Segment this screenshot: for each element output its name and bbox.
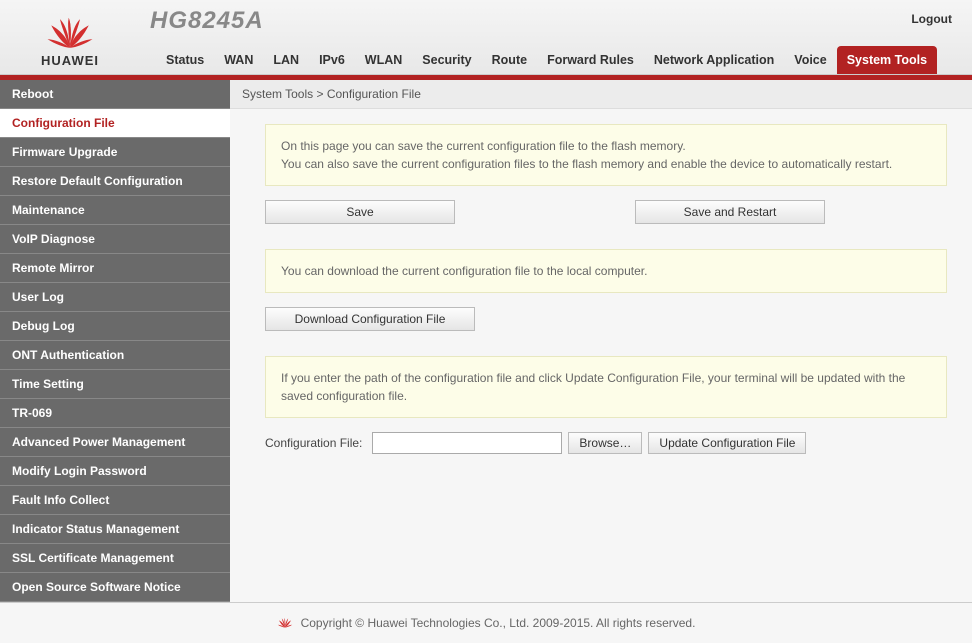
- update-config-button[interactable]: Update Configuration File: [648, 432, 806, 454]
- copyright-text: Copyright © Huawei Technologies Co., Ltd…: [301, 616, 696, 630]
- info-update: If you enter the path of the configurati…: [265, 356, 947, 418]
- sidebar-item-user-log[interactable]: User Log: [0, 283, 230, 312]
- browse-button[interactable]: Browse…: [568, 432, 642, 454]
- footer: Copyright © Huawei Technologies Co., Ltd…: [0, 602, 972, 643]
- nav-tab-forward-rules[interactable]: Forward Rules: [537, 46, 644, 74]
- nav-tab-wlan[interactable]: WLAN: [355, 46, 413, 74]
- nav-tab-ipv6[interactable]: IPv6: [309, 46, 355, 74]
- brand-text: HUAWEI: [0, 53, 140, 68]
- main-nav: StatusWANLANIPv6WLANSecurityRouteForward…: [140, 41, 972, 74]
- info-save: On this page you can save the current co…: [265, 124, 947, 186]
- sidebar-item-maintenance[interactable]: Maintenance: [0, 196, 230, 225]
- sidebar-item-ssl-certificate-management[interactable]: SSL Certificate Management: [0, 544, 230, 573]
- sidebar-item-voip-diagnose[interactable]: VoIP Diagnose: [0, 225, 230, 254]
- sidebar-item-tr-069[interactable]: TR-069: [0, 399, 230, 428]
- sidebar-item-reboot[interactable]: Reboot: [0, 80, 230, 109]
- sidebar-item-configuration-file[interactable]: Configuration File: [0, 109, 230, 138]
- sidebar-item-indicator-status-management[interactable]: Indicator Status Management: [0, 515, 230, 544]
- sidebar-item-open-source-software-notice[interactable]: Open Source Software Notice: [0, 573, 230, 602]
- sidebar-item-advanced-power-management[interactable]: Advanced Power Management: [0, 428, 230, 457]
- huawei-petal-icon: [45, 16, 95, 51]
- sidebar: RebootConfiguration FileFirmware Upgrade…: [0, 80, 230, 602]
- nav-tab-lan[interactable]: LAN: [263, 46, 309, 74]
- save-restart-button[interactable]: Save and Restart: [635, 200, 825, 224]
- sidebar-item-restore-default-configuration[interactable]: Restore Default Configuration: [0, 167, 230, 196]
- sidebar-item-debug-log[interactable]: Debug Log: [0, 312, 230, 341]
- info-text: On this page you can save the current co…: [281, 137, 931, 155]
- sidebar-item-ont-authentication[interactable]: ONT Authentication: [0, 341, 230, 370]
- logout-link[interactable]: Logout: [911, 12, 952, 26]
- nav-tab-status[interactable]: Status: [156, 46, 214, 74]
- sidebar-item-fault-info-collect[interactable]: Fault Info Collect: [0, 486, 230, 515]
- nav-tab-voice[interactable]: Voice: [784, 46, 836, 74]
- nav-tab-route[interactable]: Route: [482, 46, 537, 74]
- nav-tab-network-application[interactable]: Network Application: [644, 46, 784, 74]
- info-download: You can download the current configurati…: [265, 249, 947, 293]
- model-name: HG8245A: [150, 7, 264, 35]
- sidebar-item-modify-login-password[interactable]: Modify Login Password: [0, 457, 230, 486]
- config-file-label: Configuration File:: [265, 436, 362, 450]
- config-file-input[interactable]: [372, 432, 562, 454]
- nav-tab-system-tools[interactable]: System Tools: [837, 46, 937, 74]
- download-config-button[interactable]: Download Configuration File: [265, 307, 475, 331]
- sidebar-item-firmware-upgrade[interactable]: Firmware Upgrade: [0, 138, 230, 167]
- sidebar-item-remote-mirror[interactable]: Remote Mirror: [0, 254, 230, 283]
- nav-tab-security[interactable]: Security: [412, 46, 481, 74]
- breadcrumb: System Tools > Configuration File: [230, 80, 972, 109]
- nav-tab-wan[interactable]: WAN: [214, 46, 263, 74]
- info-text: You can also save the current configurat…: [281, 155, 931, 173]
- sidebar-item-time-setting[interactable]: Time Setting: [0, 370, 230, 399]
- huawei-logo: HUAWEI: [0, 6, 140, 68]
- huawei-petal-icon: [277, 615, 293, 631]
- save-button[interactable]: Save: [265, 200, 455, 224]
